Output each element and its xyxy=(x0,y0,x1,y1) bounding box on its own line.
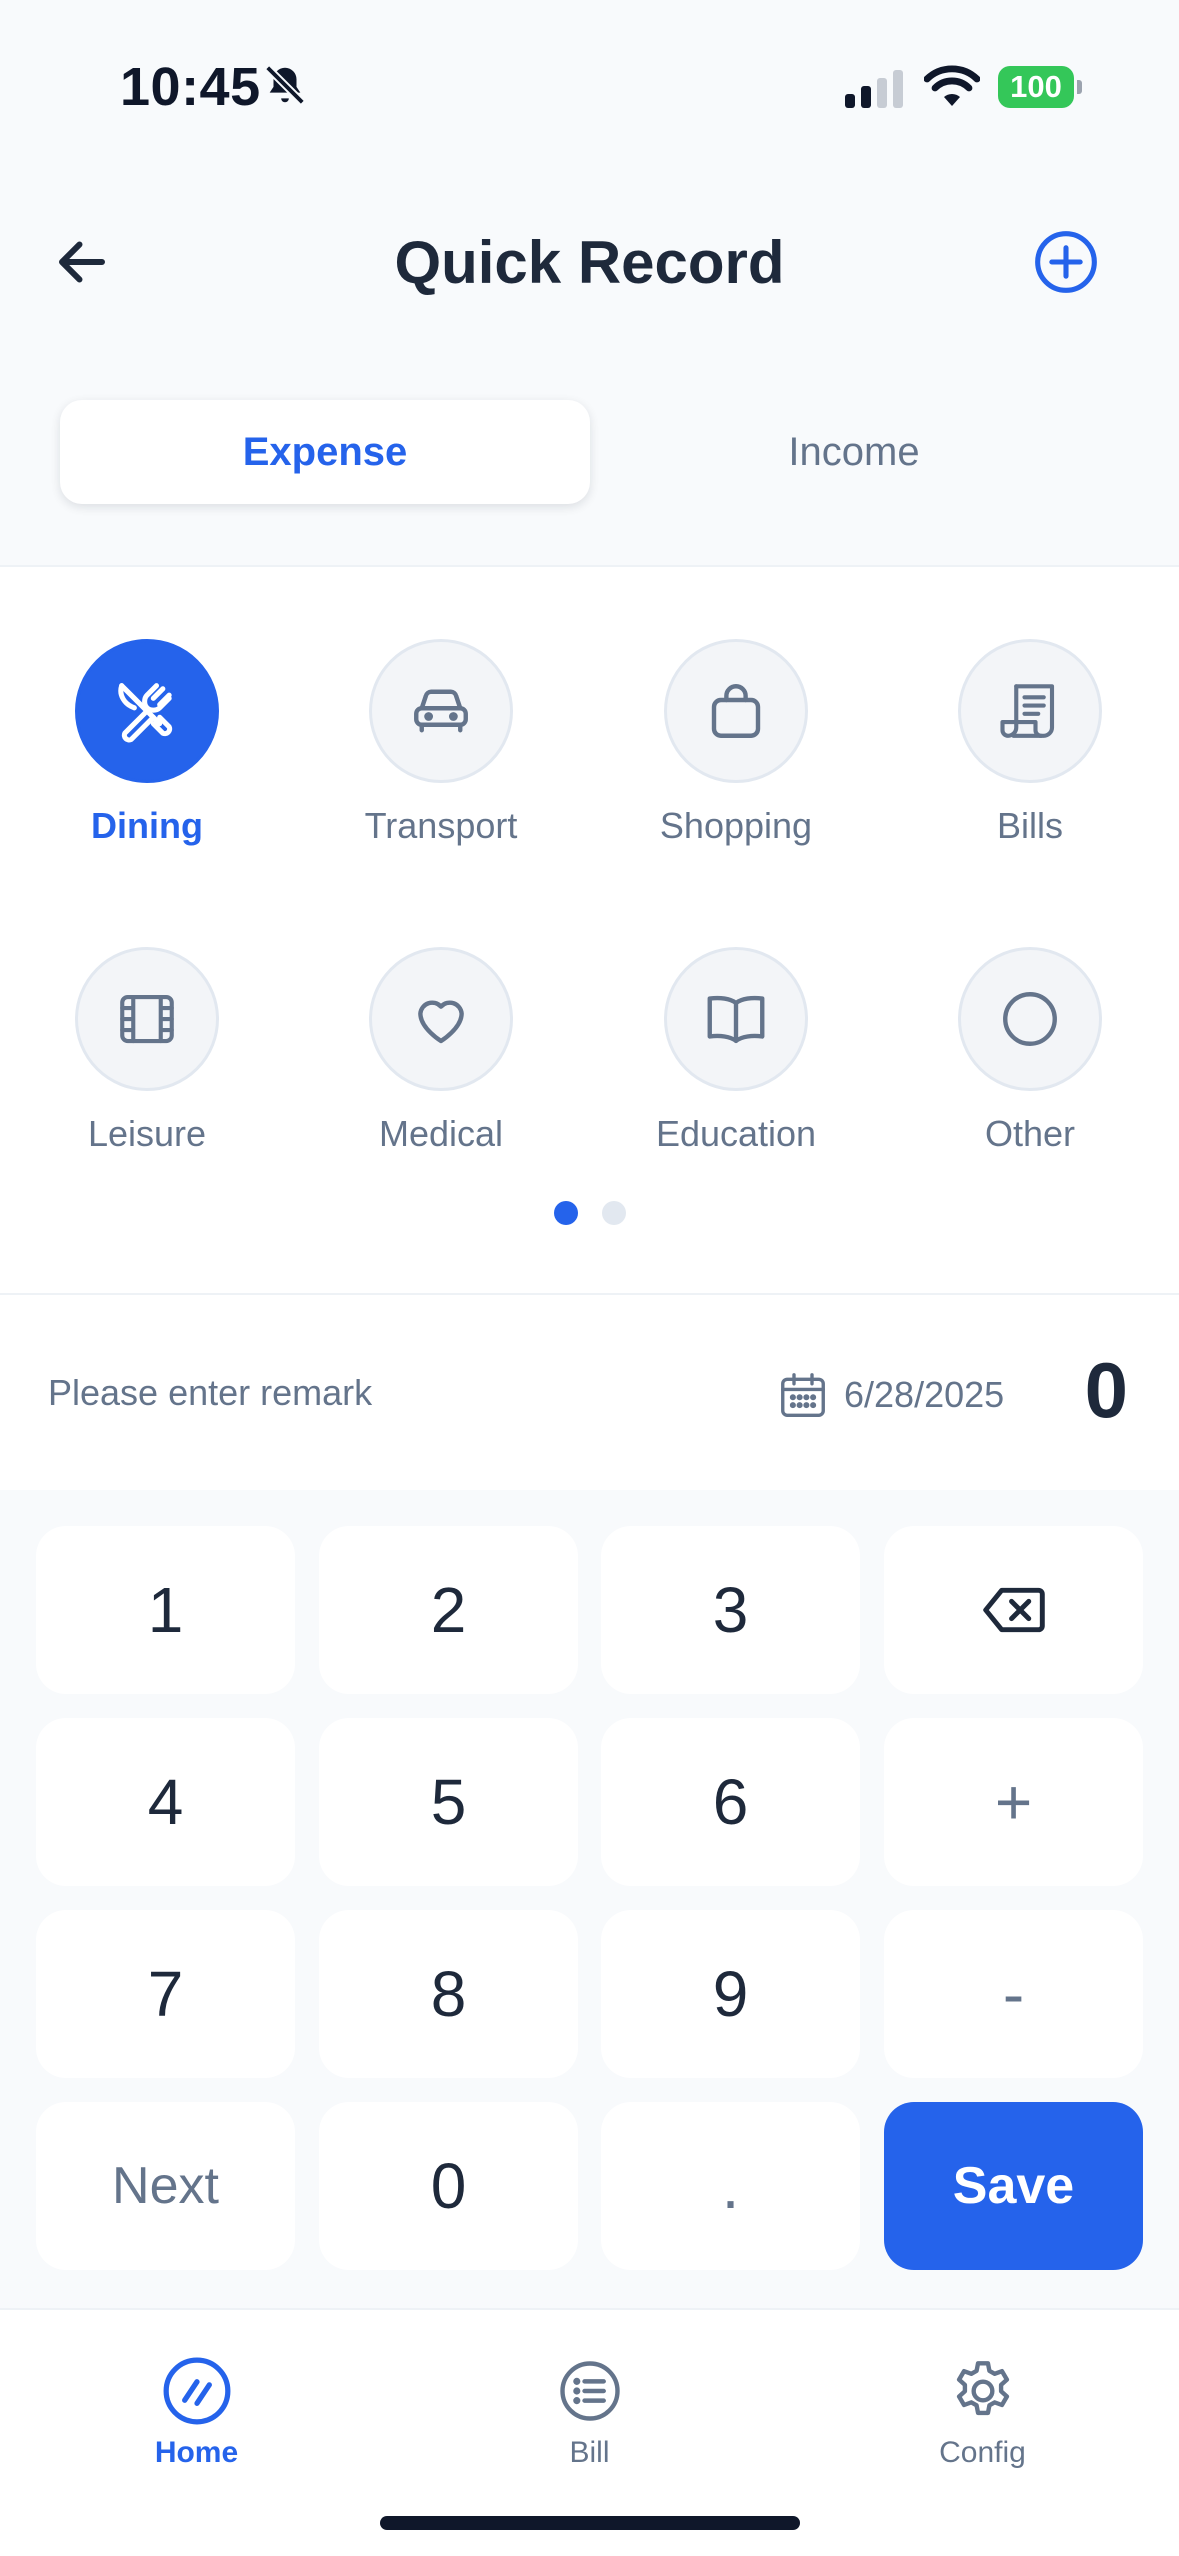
key-3[interactable]: 3 xyxy=(601,1526,860,1694)
type-tabs: Expense Income xyxy=(0,400,1179,510)
nav-label: Home xyxy=(154,2436,239,2469)
key-9[interactable]: 9 xyxy=(601,1910,860,2078)
key-8[interactable]: 8 xyxy=(319,1910,578,2078)
category-bills[interactable]: Bills xyxy=(883,567,1177,846)
calendar-icon xyxy=(781,1373,825,1417)
header: Quick Record xyxy=(0,190,1179,330)
battery-level: 100 xyxy=(1010,69,1062,104)
key-5[interactable]: 5 xyxy=(319,1718,578,1886)
cellular-signal-icon xyxy=(845,70,903,108)
status-bar: 10:45 100 xyxy=(0,0,1179,150)
category-transport[interactable]: Transport xyxy=(294,567,588,846)
car-icon xyxy=(414,689,468,733)
tab-expense[interactable]: Expense xyxy=(60,400,590,504)
book-icon xyxy=(707,995,765,1044)
category-label: Medical xyxy=(378,1113,504,1154)
key-decimal[interactable]: . xyxy=(601,2102,860,2270)
plus-circle-icon xyxy=(1035,231,1097,293)
category-label: Transport xyxy=(364,805,518,846)
category-medical[interactable]: Medical xyxy=(294,875,588,1154)
key-0[interactable]: 0 xyxy=(319,2102,578,2270)
home-slash-icon xyxy=(163,2357,231,2425)
category-label: Dining xyxy=(91,805,203,846)
category-label: Education xyxy=(655,1113,817,1154)
nav-bill[interactable]: Bill xyxy=(393,2310,786,2480)
add-button[interactable] xyxy=(1024,220,1108,304)
nav-home[interactable]: Home xyxy=(0,2310,393,2480)
app-screen: 10:45 100 Quick Record Expense Income Di… xyxy=(0,0,1179,2556)
key-backspace[interactable] xyxy=(884,1526,1143,1694)
remark-input[interactable] xyxy=(48,1363,648,1423)
wifi-icon xyxy=(924,65,980,106)
page-dot[interactable] xyxy=(602,1201,626,1225)
date-text: 6/28/2025 xyxy=(844,1374,1005,1415)
amount-display: 0 xyxy=(1084,1346,1128,1434)
remark-row: 6/28/2025 0 xyxy=(0,1295,1179,1490)
key-plus[interactable]: + xyxy=(884,1718,1143,1886)
status-time: 10:45 xyxy=(120,57,261,117)
nav-config[interactable]: Config xyxy=(786,2310,1179,2480)
category-shopping[interactable]: Shopping xyxy=(589,567,883,846)
category-label: Other xyxy=(984,1113,1076,1154)
key-4[interactable]: 4 xyxy=(36,1718,295,1886)
tab-income[interactable]: Income xyxy=(589,400,1119,504)
key-minus[interactable]: - xyxy=(884,1910,1143,2078)
category-leisure[interactable]: Leisure xyxy=(0,875,294,1154)
date-picker-button[interactable]: 6/28/2025 xyxy=(776,1365,1004,1425)
category-dining[interactable]: Dining xyxy=(0,567,294,846)
key-2[interactable]: 2 xyxy=(319,1526,578,1694)
page-title: Quick Record xyxy=(394,229,785,296)
category-label: Bills xyxy=(996,805,1063,846)
page-indicator xyxy=(0,1197,1179,1227)
page-dot-active[interactable] xyxy=(554,1201,578,1225)
category-other[interactable]: Other xyxy=(883,875,1177,1154)
save-button[interactable]: Save xyxy=(884,2102,1143,2270)
keypad: 1 2 3 4 5 6 + 7 8 9 - Next 0 . Save xyxy=(0,1490,1179,2310)
shopping-bag-icon xyxy=(711,684,761,738)
film-icon xyxy=(120,994,174,1044)
key-1[interactable]: 1 xyxy=(36,1526,295,1694)
key-next[interactable]: Next xyxy=(36,2102,295,2270)
circle-icon xyxy=(1003,992,1057,1046)
key-6[interactable]: 6 xyxy=(601,1718,860,1886)
key-7[interactable]: 7 xyxy=(36,1910,295,2078)
list-icon xyxy=(560,2361,620,2421)
nav-label: Bill xyxy=(569,2436,610,2469)
category-label: Leisure xyxy=(87,1113,207,1154)
battery-indicator: 100 xyxy=(998,66,1082,108)
home-indicator xyxy=(380,2516,800,2530)
gear-icon xyxy=(956,2361,1010,2416)
backspace-icon xyxy=(982,1587,1045,1633)
receipt-icon xyxy=(1000,684,1055,738)
fork-knife-icon xyxy=(118,683,173,743)
category-education[interactable]: Education xyxy=(589,875,883,1154)
bell-slash-icon xyxy=(265,65,305,105)
category-grid: Dining Transport Shopping Bills Leisure … xyxy=(0,565,1179,1295)
category-label: Shopping xyxy=(659,805,813,846)
nav-label: Config xyxy=(939,2436,1026,2469)
heart-icon xyxy=(418,1000,464,1044)
